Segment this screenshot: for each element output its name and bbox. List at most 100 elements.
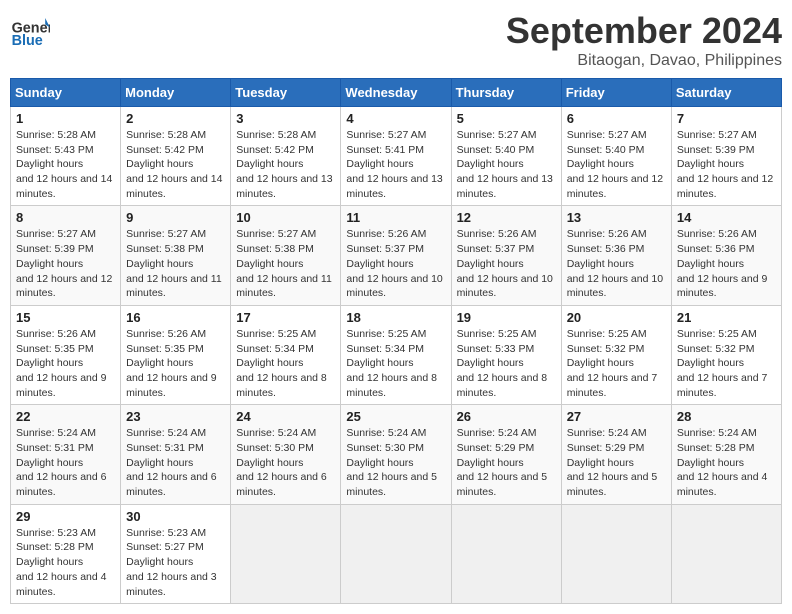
day-info: Sunrise: 5:24 AM Sunset: 5:31 PM Dayligh… xyxy=(126,426,225,499)
calendar-cell: 21 Sunrise: 5:25 AM Sunset: 5:32 PM Dayl… xyxy=(671,305,781,404)
day-number: 23 xyxy=(126,409,225,424)
calendar-cell: 28 Sunrise: 5:24 AM Sunset: 5:28 PM Dayl… xyxy=(671,405,781,504)
day-number: 10 xyxy=(236,210,335,225)
calendar-cell xyxy=(561,504,671,603)
day-info: Sunrise: 5:25 AM Sunset: 5:34 PM Dayligh… xyxy=(346,327,445,400)
svg-text:Blue: Blue xyxy=(12,33,43,49)
day-info: Sunrise: 5:25 AM Sunset: 5:32 PM Dayligh… xyxy=(567,327,666,400)
calendar-cell: 20 Sunrise: 5:25 AM Sunset: 5:32 PM Dayl… xyxy=(561,305,671,404)
weekday-header-row: SundayMondayTuesdayWednesdayThursdayFrid… xyxy=(11,79,782,107)
calendar-cell xyxy=(341,504,451,603)
calendar-table: SundayMondayTuesdayWednesdayThursdayFrid… xyxy=(10,78,782,604)
calendar-cell: 2 Sunrise: 5:28 AM Sunset: 5:42 PM Dayli… xyxy=(121,107,231,206)
day-info: Sunrise: 5:27 AM Sunset: 5:38 PM Dayligh… xyxy=(126,227,225,300)
calendar-cell: 4 Sunrise: 5:27 AM Sunset: 5:41 PM Dayli… xyxy=(341,107,451,206)
day-info: Sunrise: 5:25 AM Sunset: 5:34 PM Dayligh… xyxy=(236,327,335,400)
week-row: 15 Sunrise: 5:26 AM Sunset: 5:35 PM Dayl… xyxy=(11,305,782,404)
calendar-cell: 5 Sunrise: 5:27 AM Sunset: 5:40 PM Dayli… xyxy=(451,107,561,206)
day-number: 13 xyxy=(567,210,666,225)
calendar-cell: 14 Sunrise: 5:26 AM Sunset: 5:36 PM Dayl… xyxy=(671,206,781,305)
calendar-cell: 10 Sunrise: 5:27 AM Sunset: 5:38 PM Dayl… xyxy=(231,206,341,305)
day-number: 3 xyxy=(236,111,335,126)
calendar-cell: 7 Sunrise: 5:27 AM Sunset: 5:39 PM Dayli… xyxy=(671,107,781,206)
day-number: 15 xyxy=(16,310,115,325)
day-number: 4 xyxy=(346,111,445,126)
day-info: Sunrise: 5:25 AM Sunset: 5:33 PM Dayligh… xyxy=(457,327,556,400)
day-info: Sunrise: 5:28 AM Sunset: 5:43 PM Dayligh… xyxy=(16,128,115,201)
day-info: Sunrise: 5:24 AM Sunset: 5:29 PM Dayligh… xyxy=(457,426,556,499)
weekday-header: Tuesday xyxy=(231,79,341,107)
day-number: 28 xyxy=(677,409,776,424)
month-title: September 2024 xyxy=(506,10,782,52)
day-info: Sunrise: 5:24 AM Sunset: 5:30 PM Dayligh… xyxy=(236,426,335,499)
calendar-cell xyxy=(671,504,781,603)
location: Bitaogan, Davao, Philippines xyxy=(506,52,782,70)
day-number: 6 xyxy=(567,111,666,126)
day-info: Sunrise: 5:27 AM Sunset: 5:41 PM Dayligh… xyxy=(346,128,445,201)
day-number: 20 xyxy=(567,310,666,325)
calendar-cell: 29 Sunrise: 5:23 AM Sunset: 5:28 PM Dayl… xyxy=(11,504,121,603)
calendar-cell: 23 Sunrise: 5:24 AM Sunset: 5:31 PM Dayl… xyxy=(121,405,231,504)
day-info: Sunrise: 5:24 AM Sunset: 5:30 PM Dayligh… xyxy=(346,426,445,499)
calendar-cell: 26 Sunrise: 5:24 AM Sunset: 5:29 PM Dayl… xyxy=(451,405,561,504)
weekday-header: Sunday xyxy=(11,79,121,107)
day-info: Sunrise: 5:27 AM Sunset: 5:39 PM Dayligh… xyxy=(16,227,115,300)
calendar-cell: 9 Sunrise: 5:27 AM Sunset: 5:38 PM Dayli… xyxy=(121,206,231,305)
weekday-header: Friday xyxy=(561,79,671,107)
day-info: Sunrise: 5:27 AM Sunset: 5:40 PM Dayligh… xyxy=(457,128,556,201)
calendar-cell: 27 Sunrise: 5:24 AM Sunset: 5:29 PM Dayl… xyxy=(561,405,671,504)
day-info: Sunrise: 5:23 AM Sunset: 5:28 PM Dayligh… xyxy=(16,526,115,599)
day-info: Sunrise: 5:26 AM Sunset: 5:37 PM Dayligh… xyxy=(346,227,445,300)
calendar-cell: 8 Sunrise: 5:27 AM Sunset: 5:39 PM Dayli… xyxy=(11,206,121,305)
logo: General Blue xyxy=(10,10,54,50)
calendar-cell xyxy=(231,504,341,603)
calendar-cell: 19 Sunrise: 5:25 AM Sunset: 5:33 PM Dayl… xyxy=(451,305,561,404)
day-number: 17 xyxy=(236,310,335,325)
calendar-cell: 13 Sunrise: 5:26 AM Sunset: 5:36 PM Dayl… xyxy=(561,206,671,305)
day-number: 7 xyxy=(677,111,776,126)
day-number: 30 xyxy=(126,509,225,524)
day-info: Sunrise: 5:27 AM Sunset: 5:38 PM Dayligh… xyxy=(236,227,335,300)
weekday-header: Saturday xyxy=(671,79,781,107)
calendar-cell: 12 Sunrise: 5:26 AM Sunset: 5:37 PM Dayl… xyxy=(451,206,561,305)
day-info: Sunrise: 5:23 AM Sunset: 5:27 PM Dayligh… xyxy=(126,526,225,599)
day-number: 5 xyxy=(457,111,556,126)
weekday-header: Wednesday xyxy=(341,79,451,107)
weekday-header: Monday xyxy=(121,79,231,107)
day-info: Sunrise: 5:26 AM Sunset: 5:37 PM Dayligh… xyxy=(457,227,556,300)
calendar-cell: 24 Sunrise: 5:24 AM Sunset: 5:30 PM Dayl… xyxy=(231,405,341,504)
week-row: 1 Sunrise: 5:28 AM Sunset: 5:43 PM Dayli… xyxy=(11,107,782,206)
day-number: 27 xyxy=(567,409,666,424)
day-number: 21 xyxy=(677,310,776,325)
day-info: Sunrise: 5:24 AM Sunset: 5:31 PM Dayligh… xyxy=(16,426,115,499)
day-info: Sunrise: 5:27 AM Sunset: 5:40 PM Dayligh… xyxy=(567,128,666,201)
calendar-cell: 1 Sunrise: 5:28 AM Sunset: 5:43 PM Dayli… xyxy=(11,107,121,206)
title-block: September 2024 Bitaogan, Davao, Philippi… xyxy=(506,10,782,70)
logo-icon: General Blue xyxy=(10,10,50,50)
calendar-cell: 3 Sunrise: 5:28 AM Sunset: 5:42 PM Dayli… xyxy=(231,107,341,206)
day-number: 19 xyxy=(457,310,556,325)
weekday-header: Thursday xyxy=(451,79,561,107)
day-number: 1 xyxy=(16,111,115,126)
week-row: 29 Sunrise: 5:23 AM Sunset: 5:28 PM Dayl… xyxy=(11,504,782,603)
calendar-cell: 11 Sunrise: 5:26 AM Sunset: 5:37 PM Dayl… xyxy=(341,206,451,305)
calendar-cell: 25 Sunrise: 5:24 AM Sunset: 5:30 PM Dayl… xyxy=(341,405,451,504)
day-info: Sunrise: 5:26 AM Sunset: 5:36 PM Dayligh… xyxy=(677,227,776,300)
day-info: Sunrise: 5:26 AM Sunset: 5:35 PM Dayligh… xyxy=(126,327,225,400)
calendar-cell: 6 Sunrise: 5:27 AM Sunset: 5:40 PM Dayli… xyxy=(561,107,671,206)
day-number: 8 xyxy=(16,210,115,225)
day-number: 16 xyxy=(126,310,225,325)
day-info: Sunrise: 5:28 AM Sunset: 5:42 PM Dayligh… xyxy=(126,128,225,201)
calendar-cell: 30 Sunrise: 5:23 AM Sunset: 5:27 PM Dayl… xyxy=(121,504,231,603)
day-info: Sunrise: 5:24 AM Sunset: 5:29 PM Dayligh… xyxy=(567,426,666,499)
day-info: Sunrise: 5:26 AM Sunset: 5:35 PM Dayligh… xyxy=(16,327,115,400)
day-number: 12 xyxy=(457,210,556,225)
week-row: 22 Sunrise: 5:24 AM Sunset: 5:31 PM Dayl… xyxy=(11,405,782,504)
day-number: 26 xyxy=(457,409,556,424)
day-number: 9 xyxy=(126,210,225,225)
calendar-cell: 22 Sunrise: 5:24 AM Sunset: 5:31 PM Dayl… xyxy=(11,405,121,504)
page-header: General Blue September 2024 Bitaogan, Da… xyxy=(10,10,782,70)
day-info: Sunrise: 5:27 AM Sunset: 5:39 PM Dayligh… xyxy=(677,128,776,201)
day-number: 25 xyxy=(346,409,445,424)
day-number: 22 xyxy=(16,409,115,424)
